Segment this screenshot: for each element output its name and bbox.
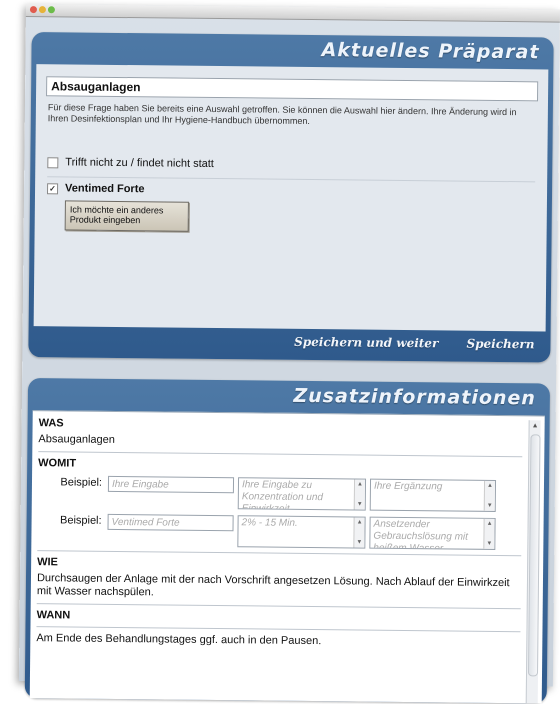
zoom-window-button[interactable] — [47, 6, 55, 14]
vertical-scrollbar[interactable]: ▲ — [525, 420, 541, 704]
supplement-input-2-text: Ansetzender Gebrauchslösung mit heißem W… — [373, 518, 468, 550]
example-row-2-label: Beispiel: — [59, 514, 102, 527]
concentration-input-1-text: Ihre Eingabe zu Konzentration und Einwir… — [241, 479, 324, 511]
example-row-1: Beispiel: Ihre Eingabe Ihre Eingabe zu K… — [38, 475, 522, 512]
additional-info-panel: Zusatzinformationen ▲ WAS Absauganlagen … — [24, 378, 551, 704]
concentration-input-2-text: 2% - 15 Min. — [241, 517, 298, 529]
close-window-button[interactable] — [29, 6, 37, 14]
section-wann-heading: WANN — [36, 609, 71, 622]
current-panel-title: Aktuelles Präparat — [321, 39, 540, 64]
concentration-input-2[interactable]: 2% - 15 Min. ▲ ▼ — [237, 515, 366, 549]
stage: Aktuelles Präparat Absauganlagen Für die… — [0, 0, 560, 704]
product-input-2[interactable]: Ventimed Forte — [107, 513, 234, 532]
save-and-continue-link[interactable]: Speichern und weiter — [294, 335, 438, 351]
minimize-window-button[interactable] — [38, 6, 46, 14]
section-wann-text: Am Ende des Behandlungstages ggf. auch i… — [36, 632, 322, 648]
supplement-input-2[interactable]: Ansetzender Gebrauchslösung mit heißem W… — [369, 516, 496, 550]
textarea-scroll-icon[interactable]: ▲ ▼ — [353, 479, 366, 510]
current-panel-body: Absauganlagen Für diese Frage haben Sie … — [33, 64, 549, 332]
section-wie-text: Durchsaugen der Anlage mit der nach Vors… — [36, 572, 510, 599]
additional-info-body: ▲ WAS Absauganlagen WOMIT Beispiel: Ihre… — [29, 410, 545, 704]
textarea-scroll-icon[interactable]: ▲ ▼ — [483, 480, 496, 511]
option-not-applicable[interactable]: Trifft nicht zu / findet nicht statt — [47, 156, 214, 170]
scrollbar-thumb[interactable] — [527, 434, 541, 677]
section-divider — [36, 626, 521, 633]
question-header: Absauganlagen — [46, 76, 539, 102]
scroll-up-arrow-icon[interactable]: ▲ — [530, 420, 541, 431]
enter-other-product-button[interactable]: Ich möchte ein anderes Produkt eingeben — [64, 200, 189, 232]
checkbox-product[interactable]: ✓ — [47, 182, 59, 194]
option-divider — [47, 176, 536, 183]
current-preparation-panel: Aktuelles Präparat Absauganlagen Für die… — [28, 32, 554, 363]
textarea-scroll-icon[interactable]: ▲ ▼ — [483, 518, 495, 549]
supplement-input-1-text: Ihre Ergänzung — [373, 480, 443, 493]
section-was-heading: WAS — [38, 417, 64, 430]
example-row-1-label: Beispiel: — [60, 476, 103, 489]
additional-info-content: WAS Absauganlagen WOMIT Beispiel: Ihre E… — [36, 417, 523, 650]
section-was-text: Absauganlagen — [38, 433, 115, 446]
section-wie-heading: WIE — [37, 556, 58, 569]
option-product[interactable]: ✓ Ventimed Forte — [47, 182, 145, 195]
section-divider — [38, 451, 523, 458]
window-titlebar — [25, 4, 560, 23]
textarea-scroll-icon[interactable]: ▲ ▼ — [353, 517, 365, 548]
example-row-2: Beispiel: Ventimed Forte 2% - 15 Min. ▲ ▼… — [37, 513, 521, 550]
save-links: Speichern und weiter Speichern — [270, 335, 534, 352]
additional-info-title: Zusatzinformationen — [293, 384, 537, 410]
section-divider — [37, 550, 522, 557]
info-text: Für diese Frage haben Sie bereits eine A… — [47, 102, 517, 126]
section-womit-heading: WOMIT — [38, 457, 77, 470]
product-input-1[interactable]: Ihre Eingabe — [107, 475, 235, 494]
checkbox-not-applicable[interactable] — [47, 156, 59, 168]
supplement-input-1[interactable]: Ihre Ergänzung ▲ ▼ — [369, 478, 497, 512]
option-not-applicable-label: Trifft nicht zu / findet nicht statt — [65, 156, 214, 170]
section-divider — [36, 603, 521, 610]
save-link[interactable]: Speichern — [466, 337, 534, 352]
app-window: Aktuelles Präparat Absauganlagen Für die… — [18, 4, 560, 704]
concentration-input-1[interactable]: Ihre Eingabe zu Konzentration und Einwir… — [237, 477, 367, 511]
option-product-label: Ventimed Forte — [65, 182, 145, 196]
